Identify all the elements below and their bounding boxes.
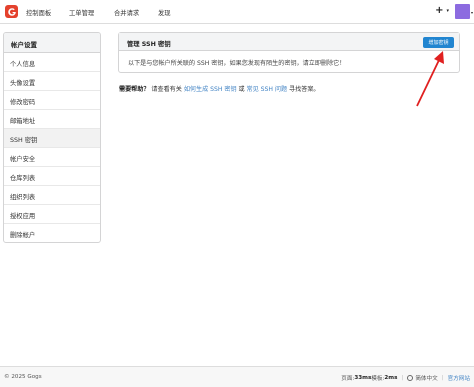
help-text-1: 请查看有关 [149,86,184,93]
create-new-menu[interactable]: + ▾ [435,6,449,16]
panel-title: 管理 SSH 密钥 [127,41,171,48]
ssh-keys-panel: 管理 SSH 密钥 增加密钥 以下是与您帐户所关联的 SSH 密钥，如果您发现有… [118,32,460,73]
sidebar-item-email[interactable]: 邮箱地址 [4,110,100,129]
avatar-chevron-down-icon: ▾ [470,10,473,15]
sidebar-item-repositories[interactable]: 仓库列表 [4,167,100,186]
gogs-logo-icon[interactable] [5,5,18,18]
sidebar-item-avatar[interactable]: 头像设置 [4,72,100,91]
sidebar-item-ssh-keys[interactable]: SSH 密钥 [4,129,100,148]
globe-icon [407,375,414,381]
template-time-value: 2ms [384,375,398,381]
nav-issues[interactable]: 工单管理 [69,8,94,17]
page-time-label: 页面: [341,376,355,382]
sidebar-item-password[interactable]: 修改密码 [4,91,100,110]
avatar[interactable] [455,4,470,19]
panel-description: 以下是与您帐户所关联的 SSH 密钥，如果您发现有陌生的密钥，请立即删除它！ [128,60,346,67]
common-ssh-problems-link[interactable]: 常见 SSH 问题 [247,86,288,93]
footer: © 2025 Gogs 页面: 33ms 模板: 2ms | 简体中文 | 官方… [0,366,474,387]
footer-divider: | [441,375,444,381]
sidebar-item-profile[interactable]: 个人信息 [4,53,100,72]
sidebar-item-organizations[interactable]: 组织列表 [4,186,100,205]
help-text-2: 或 [236,86,247,93]
nav-dashboard[interactable]: 控制面板 [26,8,51,17]
settings-sidebar: 帐户设置 个人信息 头像设置 修改密码 邮箱地址 SSH 密钥 帐户安全 仓库列… [3,32,101,243]
footer-right: 页面: 33ms 模板: 2ms | 简体中文 | 官方网站 [341,374,470,382]
official-website-link[interactable]: 官方网站 [448,374,470,382]
sidebar-item-applications[interactable]: 授权应用 [4,205,100,224]
template-time-label: 模板: [371,376,385,382]
copyright: © 2025 Gogs [4,374,42,380]
sidebar-item-security[interactable]: 帐户安全 [4,148,100,167]
sidebar-title: 帐户设置 [4,33,100,53]
help-text: 需要帮助？ 请查看有关 如何生成 SSH 密钥 或 常见 SSH 问题 寻找答案… [119,84,320,93]
chevron-down-icon: ▾ [446,8,449,14]
footer-divider: | [401,375,404,381]
language-selector[interactable]: 简体中文 [415,374,437,382]
add-key-button[interactable]: 增加密钥 [423,37,454,48]
top-navbar: 控制面板 工单管理 合并请求 发现 + ▾ ▾ [0,0,474,24]
plus-icon[interactable]: + [435,6,443,16]
page-time-value: 33ms [354,375,372,381]
nav-explore[interactable]: 发现 [158,8,171,17]
nav-pull-requests[interactable]: 合并请求 [114,8,139,17]
help-prefix: 需要帮助？ [119,86,150,93]
generate-ssh-key-link[interactable]: 如何生成 SSH 密钥 [184,86,237,93]
sidebar-item-delete-account[interactable]: 删除帐户 [4,224,100,242]
panel-header: 管理 SSH 密钥 增加密钥 [119,33,459,51]
help-text-3: 寻找答案。 [287,86,320,93]
